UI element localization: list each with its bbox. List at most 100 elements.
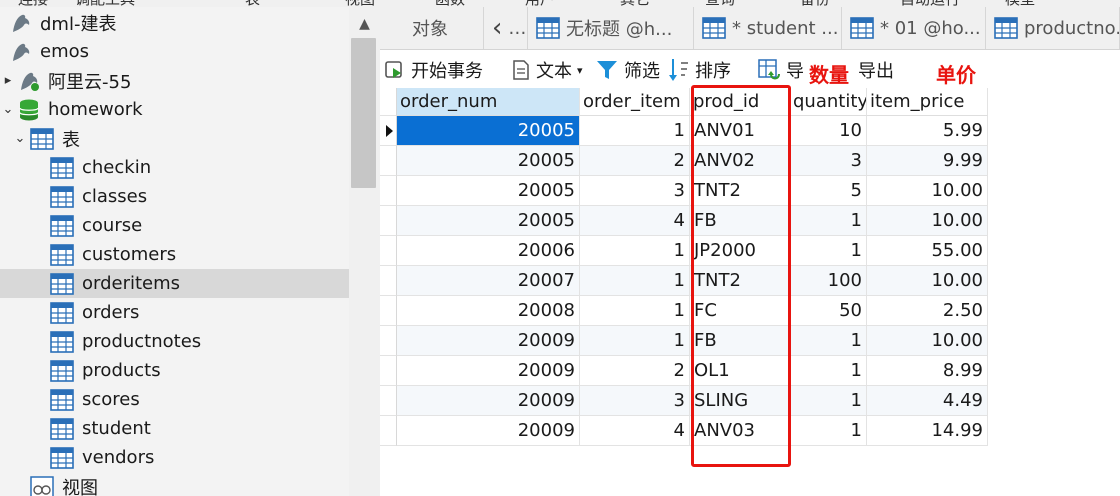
- filter-button[interactable]: 筛选: [595, 50, 660, 90]
- tree-item-scores[interactable]: scores: [0, 385, 349, 414]
- tree-item-[interactable]: 视图: [0, 472, 349, 496]
- sort-button[interactable]: 排序: [668, 50, 731, 90]
- tree-item-course[interactable]: course: [0, 211, 349, 240]
- tree-item-dml[interactable]: dml-建表: [0, 8, 349, 37]
- begin-transaction-button[interactable]: 开始事务: [384, 50, 483, 90]
- cell-order-item[interactable]: 4: [580, 206, 690, 236]
- row-header[interactable]: [380, 356, 397, 386]
- tree-item-emos[interactable]: emos: [0, 37, 349, 66]
- cell-prod-id[interactable]: JP2000: [690, 236, 790, 266]
- menu-item[interactable]: 备份: [800, 0, 830, 7]
- cell-item-price[interactable]: 10.00: [867, 176, 988, 206]
- table-row[interactable]: 20006 1 JP2000 1 55.00: [380, 236, 988, 266]
- row-header[interactable]: [380, 146, 397, 176]
- tree-item-[interactable]: ⌄ 表: [0, 124, 349, 153]
- cell-prod-id[interactable]: TNT2: [690, 176, 790, 206]
- column-header-quantity[interactable]: quantity: [790, 88, 867, 116]
- text-button[interactable]: 文本 ▾: [511, 50, 583, 90]
- tab-5[interactable]: productno...: [986, 7, 1120, 49]
- cell-item-price[interactable]: 8.99: [867, 356, 988, 386]
- menu-item[interactable]: 调配工具: [75, 0, 135, 7]
- cell-order-item[interactable]: 1: [580, 296, 690, 326]
- expand-arrow-icon[interactable]: ▸: [0, 73, 16, 88]
- row-header[interactable]: [380, 416, 397, 446]
- menu-item[interactable]: 模型: [1005, 0, 1035, 7]
- chevron-left-icon[interactable]: ‹: [492, 13, 502, 43]
- cell-item-price[interactable]: 10.00: [867, 326, 988, 356]
- table-row[interactable]: 20009 2 OL1 1 8.99: [380, 356, 988, 386]
- menu-item[interactable]: 连接: [18, 0, 48, 7]
- tab-objects[interactable]: 对象: [380, 7, 484, 49]
- cell-item-price[interactable]: 14.99: [867, 416, 988, 446]
- cell-quantity[interactable]: 10: [790, 116, 867, 146]
- column-header-order-num[interactable]: order_num: [397, 88, 580, 116]
- collapse-arrow-icon[interactable]: ⌄: [0, 102, 16, 117]
- cell-order-num[interactable]: 20005: [397, 146, 580, 176]
- column-header-prod-id[interactable]: prod_id: [690, 88, 790, 116]
- tree-item-orderitems[interactable]: orderitems: [0, 269, 349, 298]
- table-row[interactable]: 20005 3 TNT2 5 10.00: [380, 176, 988, 206]
- menu-item[interactable]: 查询: [705, 0, 735, 7]
- menu-item[interactable]: 自动运行: [900, 0, 960, 7]
- row-header[interactable]: [380, 326, 397, 356]
- tab-2[interactable]: 无标题 @h...: [528, 7, 694, 49]
- cell-order-num[interactable]: 20007: [397, 266, 580, 296]
- table-row[interactable]: 20009 1 FB 1 10.00: [380, 326, 988, 356]
- scrollbar-thumb[interactable]: [351, 38, 376, 188]
- cell-order-num[interactable]: 20009: [397, 416, 580, 446]
- table-row[interactable]: 20005 2 ANV02 3 9.99: [380, 146, 988, 176]
- cell-order-num[interactable]: 20005: [397, 116, 580, 146]
- cell-item-price[interactable]: 4.49: [867, 386, 988, 416]
- menu-item[interactable]: 用户: [525, 0, 555, 7]
- column-header-item-price[interactable]: item_price: [867, 88, 988, 116]
- cell-quantity[interactable]: 1: [790, 356, 867, 386]
- table-row[interactable]: 20005 4 FB 1 10.00: [380, 206, 988, 236]
- row-header[interactable]: [380, 206, 397, 236]
- export-button[interactable]: 导出: [858, 50, 894, 90]
- cell-order-num[interactable]: 20009: [397, 356, 580, 386]
- cell-order-item[interactable]: 3: [580, 386, 690, 416]
- tab-4[interactable]: * 01 @ho...: [842, 7, 986, 49]
- cell-order-item[interactable]: 1: [580, 116, 690, 146]
- cell-order-num[interactable]: 20008: [397, 296, 580, 326]
- cell-order-item[interactable]: 4: [580, 416, 690, 446]
- import-button[interactable]: 导: [757, 50, 804, 90]
- tree-item-student[interactable]: student: [0, 414, 349, 443]
- cell-prod-id[interactable]: ANV03: [690, 416, 790, 446]
- scroll-up-arrow-icon[interactable]: ▲: [349, 10, 380, 38]
- cell-order-item[interactable]: 2: [580, 356, 690, 386]
- cell-order-num[interactable]: 20009: [397, 386, 580, 416]
- tree-item-classes[interactable]: classes: [0, 182, 349, 211]
- tree-scrollbar[interactable]: ▲: [349, 0, 380, 496]
- cell-item-price[interactable]: 5.99: [867, 116, 988, 146]
- cell-item-price[interactable]: 55.00: [867, 236, 988, 266]
- cell-quantity[interactable]: 50: [790, 296, 867, 326]
- menu-item[interactable]: 其它: [620, 0, 650, 7]
- cell-quantity[interactable]: 100: [790, 266, 867, 296]
- cell-item-price[interactable]: 2.50: [867, 296, 988, 326]
- tree-item-vendors[interactable]: vendors: [0, 443, 349, 472]
- table-row[interactable]: 20007 1 TNT2 100 10.00: [380, 266, 988, 296]
- cell-quantity[interactable]: 1: [790, 206, 867, 236]
- table-row[interactable]: 20008 1 FC 50 2.50: [380, 296, 988, 326]
- cell-quantity[interactable]: 1: [790, 416, 867, 446]
- cell-quantity[interactable]: 1: [790, 386, 867, 416]
- cell-prod-id[interactable]: FC: [690, 296, 790, 326]
- cell-order-item[interactable]: 1: [580, 326, 690, 356]
- collapse-arrow-icon[interactable]: ⌄: [12, 131, 28, 146]
- tree-item-homework[interactable]: ⌄ homework: [0, 95, 349, 124]
- cell-prod-id[interactable]: FB: [690, 206, 790, 236]
- row-header[interactable]: [380, 266, 397, 296]
- row-header[interactable]: [380, 236, 397, 266]
- table-row[interactable]: 20009 3 SLING 1 4.49: [380, 386, 988, 416]
- menu-item[interactable]: 视图: [345, 0, 375, 7]
- cell-prod-id[interactable]: FB: [690, 326, 790, 356]
- cell-item-price[interactable]: 10.00: [867, 266, 988, 296]
- cell-item-price[interactable]: 9.99: [867, 146, 988, 176]
- cell-order-item[interactable]: 1: [580, 236, 690, 266]
- cell-quantity[interactable]: 1: [790, 326, 867, 356]
- cell-order-item[interactable]: 1: [580, 266, 690, 296]
- table-row[interactable]: 20005 1 ANV01 10 5.99: [380, 116, 988, 146]
- cell-order-num[interactable]: 20005: [397, 206, 580, 236]
- cell-prod-id[interactable]: SLING: [690, 386, 790, 416]
